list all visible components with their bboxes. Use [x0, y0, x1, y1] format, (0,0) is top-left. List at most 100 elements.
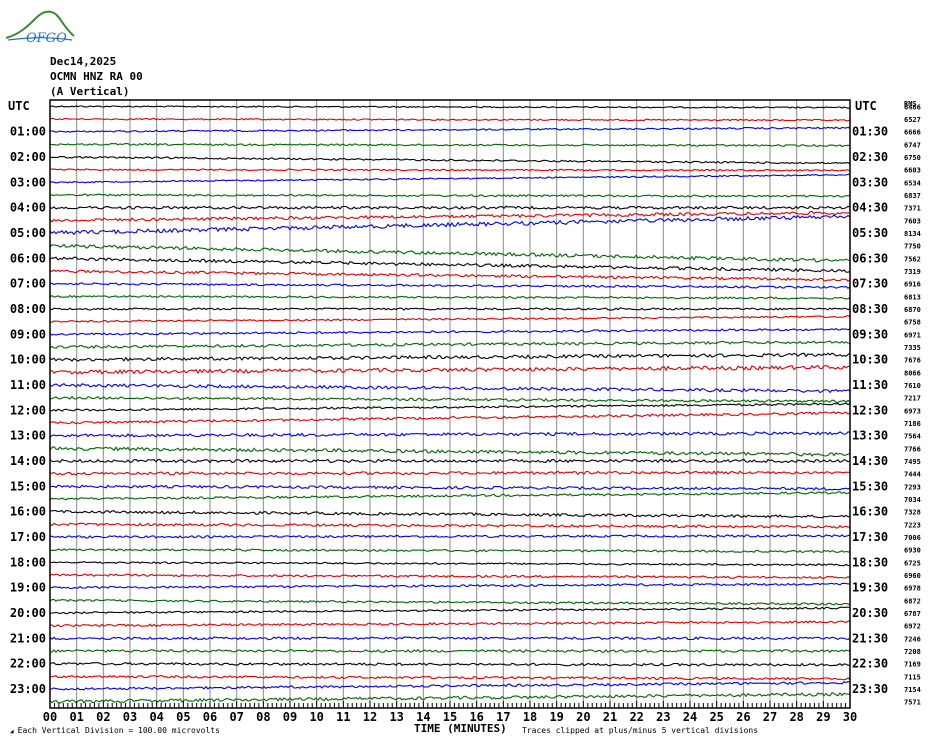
rms-value: 6837 [904, 192, 921, 200]
left-hour-label: 22:00 [10, 657, 46, 671]
x-tick-label: 18 [523, 710, 537, 724]
left-hour-label: 08:00 [10, 302, 46, 316]
rms-value: 7335 [904, 344, 921, 352]
rms-value: 6758 [904, 319, 921, 327]
left-hour-label: 14:00 [10, 454, 46, 468]
helicorder-chart: UTC UTC RMS01:0002:0003:0004:0005:0006:000… [8, 99, 921, 724]
rms-value: 7371 [904, 205, 921, 213]
rms-value: 7223 [904, 521, 921, 529]
x-tick-label: 05 [176, 710, 190, 724]
rms-value: 6527 [904, 116, 921, 124]
right-hour-label: 07:30 [852, 277, 888, 291]
rms-value: 7319 [904, 268, 921, 276]
footer-scale-note: ◢ Each Vertical Division = 100.00 microvo… [10, 726, 220, 735]
rms-value: 7750 [904, 243, 921, 251]
right-hour-label: 10:30 [852, 353, 888, 367]
rms-value: 6466 [904, 103, 921, 111]
rms-value: 6960 [904, 572, 921, 580]
right-axis-title: UTC [855, 99, 877, 113]
right-hour-label: 08:30 [852, 302, 888, 316]
x-tick-label: 13 [389, 710, 403, 724]
rms-value: 6813 [904, 293, 921, 301]
x-tick-label: 11 [336, 710, 350, 724]
left-hour-label: 18:00 [10, 555, 46, 569]
left-hour-label: 10:00 [10, 353, 46, 367]
x-tick-label: 02 [96, 710, 110, 724]
rms-value: 7444 [904, 471, 921, 479]
x-tick-label: 12 [363, 710, 377, 724]
right-hour-label: 18:30 [852, 555, 888, 569]
rms-value: 8066 [904, 369, 921, 377]
left-hour-label: 03:00 [10, 175, 46, 189]
rms-value: 7186 [904, 420, 921, 428]
left-hour-label: 17:00 [10, 530, 46, 544]
left-hour-label: 16:00 [10, 505, 46, 519]
right-hour-label: 15:30 [852, 479, 888, 493]
x-tick-label: 28 [789, 710, 803, 724]
right-hour-label: 13:30 [852, 429, 888, 443]
right-hour-label: 14:30 [852, 454, 888, 468]
left-hour-label: 20:00 [10, 606, 46, 620]
x-tick-label: 08 [256, 710, 270, 724]
rms-value: 6930 [904, 547, 921, 555]
right-hour-label: 03:30 [852, 175, 888, 189]
x-tick-label: 26 [736, 710, 750, 724]
x-tick-label: 20 [576, 710, 590, 724]
left-hour-label: 07:00 [10, 277, 46, 291]
left-hour-label: 13:00 [10, 429, 46, 443]
left-hour-label: 15:00 [10, 479, 46, 493]
x-tick-label: 06 [203, 710, 217, 724]
x-tick-label: 24 [683, 710, 697, 724]
rms-value: 8134 [904, 230, 921, 238]
rms-value: 6534 [904, 179, 921, 187]
rms-value: 7154 [904, 686, 921, 694]
left-hour-label: 11:00 [10, 378, 46, 392]
x-tick-label: 23 [656, 710, 670, 724]
x-tick-label: 10 [309, 710, 323, 724]
right-hour-label: 21:30 [852, 631, 888, 645]
footer-clip-note: Traces clipped at plus/minus 5 vertical … [522, 726, 759, 735]
right-hour-label: 04:30 [852, 201, 888, 215]
right-hour-label: 17:30 [852, 530, 888, 544]
right-hour-label: 19:30 [852, 581, 888, 595]
x-tick-label: 27 [763, 710, 777, 724]
right-hour-label: 22:30 [852, 657, 888, 671]
x-tick-label: 01 [69, 710, 83, 724]
right-hour-label: 23:30 [852, 682, 888, 696]
rms-value: 7564 [904, 433, 921, 441]
rms-value: 6872 [904, 597, 921, 605]
right-hour-label: 01:30 [852, 125, 888, 139]
x-tick-label: 19 [549, 710, 563, 724]
rms-value: 6750 [904, 154, 921, 162]
rms-value: 6870 [904, 306, 921, 314]
rms-value: 7328 [904, 509, 921, 517]
right-hour-label: 16:30 [852, 505, 888, 519]
rms-value: 6971 [904, 331, 921, 339]
rms-value: 7571 [904, 699, 921, 707]
x-tick-label: 00 [43, 710, 57, 724]
right-hour-label: 06:30 [852, 251, 888, 265]
rms-value: 7208 [904, 648, 921, 656]
x-tick-label: 29 [816, 710, 830, 724]
right-hour-label: 09:30 [852, 327, 888, 341]
right-hour-label: 05:30 [852, 226, 888, 240]
left-hour-label: 23:00 [10, 682, 46, 696]
rms-value: 7115 [904, 673, 921, 681]
rms-value: 7562 [904, 255, 921, 263]
rms-value: 6666 [904, 129, 921, 137]
x-tick-label: 07 [229, 710, 243, 724]
rms-value: 7495 [904, 458, 921, 466]
x-tick-label: 04 [149, 710, 163, 724]
left-axis-title: UTC [8, 99, 30, 113]
rms-value: 6973 [904, 407, 921, 415]
rms-value: 7006 [904, 534, 921, 542]
right-hour-label: 20:30 [852, 606, 888, 620]
left-hour-label: 21:00 [10, 631, 46, 645]
left-hour-label: 09:00 [10, 327, 46, 341]
rms-value: 7217 [904, 395, 921, 403]
rms-value: 7034 [904, 496, 921, 504]
x-tick-label: 25 [709, 710, 723, 724]
right-hour-label: 02:30 [852, 150, 888, 164]
footer-marker-icon: ◢ [10, 728, 14, 735]
x-tick-label: 03 [123, 710, 137, 724]
